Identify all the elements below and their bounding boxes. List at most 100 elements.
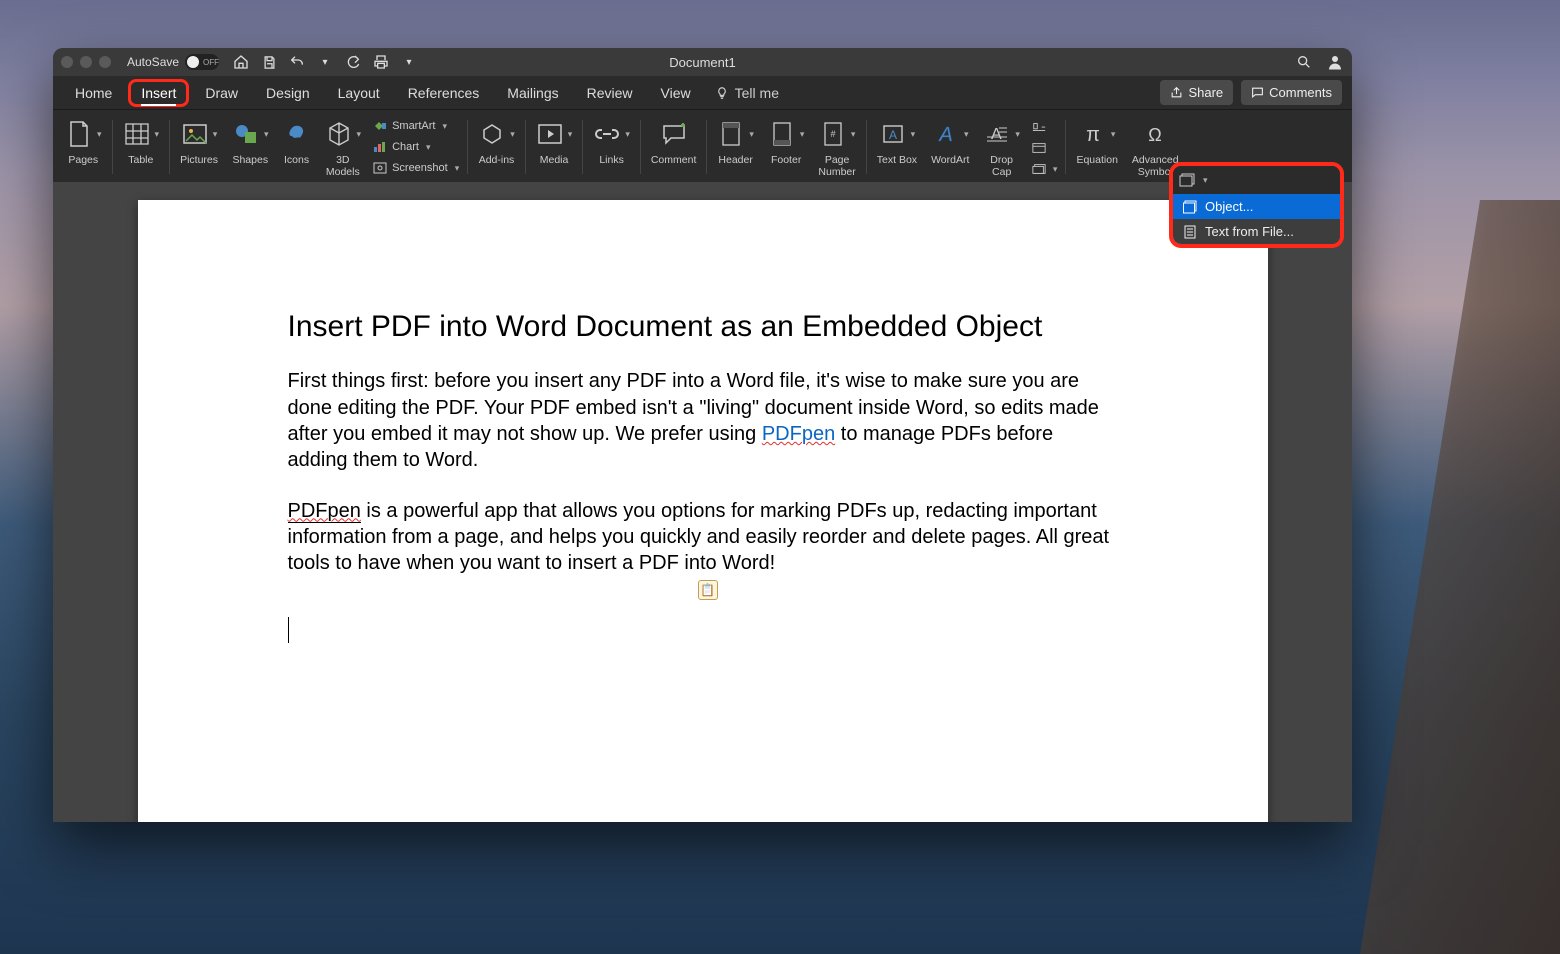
- toggle-knob: [187, 56, 199, 68]
- svg-text:#: #: [830, 129, 835, 139]
- comment-icon: [1251, 86, 1264, 99]
- tab-draw[interactable]: Draw: [193, 79, 250, 107]
- word-window: AutoSave OFF ▾ ▾ Document1 Home Insert D…: [53, 48, 1352, 822]
- header-button[interactable]: ▾ Header: [711, 114, 760, 180]
- tab-layout[interactable]: Layout: [326, 79, 392, 107]
- pagenum-icon: #: [819, 120, 847, 148]
- 3d-models-button[interactable]: ▾ 3D Models: [319, 114, 368, 180]
- datetime-icon: [1032, 141, 1046, 155]
- tell-me-label: Tell me: [735, 85, 779, 101]
- comment-button[interactable]: Comment: [645, 114, 703, 180]
- qat-dropdown-icon[interactable]: ▾: [401, 54, 417, 70]
- tab-home[interactable]: Home: [63, 79, 124, 107]
- links-button[interactable]: ▾ Links: [587, 114, 636, 180]
- close-window-button[interactable]: [61, 56, 73, 68]
- quick-access-toolbar: ▾ ▾: [233, 54, 417, 70]
- menu-item-text-from-file[interactable]: Text from File...: [1173, 219, 1340, 244]
- equation-label: Equation: [1076, 154, 1117, 178]
- redo-icon[interactable]: [345, 54, 361, 70]
- undo-icon[interactable]: [289, 54, 305, 70]
- search-icon[interactable]: [1296, 54, 1312, 70]
- paste-options-icon[interactable]: 📋: [698, 580, 718, 600]
- object-button[interactable]: ▾: [1032, 160, 1058, 178]
- page-icon: [65, 120, 93, 148]
- document-page[interactable]: Insert PDF into Word Document as an Embe…: [138, 200, 1268, 822]
- comments-label: Comments: [1269, 85, 1332, 100]
- equation-button[interactable]: π▾ Equation: [1070, 114, 1123, 180]
- wordart-icon: A: [932, 120, 960, 148]
- addins-button[interactable]: ▾ Add-ins: [472, 114, 521, 180]
- chart-button[interactable]: Chart▾: [373, 138, 459, 156]
- menu-item-object[interactable]: Object...: [1173, 194, 1340, 219]
- object-dropdown-trigger[interactable]: ▾: [1173, 166, 1340, 194]
- menu-item-textfromfile-label: Text from File...: [1205, 224, 1294, 239]
- autosave-state: OFF: [203, 58, 219, 67]
- datetime-button[interactable]: [1032, 139, 1058, 157]
- smartart-icon: [373, 119, 387, 133]
- svg-text:A: A: [938, 124, 952, 146]
- table-icon: [123, 120, 151, 148]
- document-heading: Insert PDF into Word Document as an Embe…: [288, 310, 1118, 344]
- smartart-button[interactable]: SmartArt▾: [373, 117, 459, 135]
- tab-mailings[interactable]: Mailings: [495, 79, 570, 107]
- smartart-label: SmartArt: [392, 120, 435, 132]
- zoom-window-button[interactable]: [99, 56, 111, 68]
- menu-item-object-label: Object...: [1205, 199, 1253, 214]
- tab-references[interactable]: References: [396, 79, 492, 107]
- shapes-button[interactable]: ▾ Shapes: [226, 114, 275, 180]
- save-icon[interactable]: [261, 54, 277, 70]
- textbox-icon: A: [879, 120, 907, 148]
- picture-icon: [181, 120, 209, 148]
- table-button[interactable]: ▾ Table: [117, 114, 166, 180]
- screenshot-label: Screenshot: [392, 162, 448, 174]
- tell-me-search[interactable]: Tell me: [715, 85, 779, 101]
- header-label: Header: [718, 154, 752, 178]
- home-icon[interactable]: [233, 54, 249, 70]
- chevron-down-icon: ▾: [1203, 175, 1208, 186]
- p2-text-b: is a powerful app that allows you option…: [288, 500, 1110, 575]
- autosave-group: AutoSave OFF: [127, 54, 219, 70]
- comments-button[interactable]: Comments: [1241, 80, 1342, 105]
- dropcap-button[interactable]: A▾ Drop Cap: [977, 114, 1026, 180]
- page-number-button[interactable]: #▾ Page Number: [812, 114, 861, 180]
- share-button[interactable]: Share: [1160, 80, 1233, 105]
- icons-button[interactable]: Icons: [277, 114, 317, 180]
- object-dropdown-highlight: ▾ Object... Text from File...: [1169, 162, 1344, 248]
- text-misc-stack: ▾: [1028, 114, 1062, 180]
- tab-view[interactable]: View: [649, 79, 703, 107]
- object-icon: [1032, 162, 1046, 176]
- dropcap-label: Drop Cap: [990, 154, 1013, 178]
- models-label: 3D Models: [326, 154, 360, 178]
- textbox-button[interactable]: A▾ Text Box: [871, 114, 923, 180]
- tab-review[interactable]: Review: [575, 79, 645, 107]
- svg-text:π: π: [1086, 124, 1100, 145]
- media-button[interactable]: ▾ Media: [530, 114, 579, 180]
- tab-insert[interactable]: Insert: [128, 79, 189, 107]
- p2-text-a: PDFpen: [288, 500, 361, 523]
- footer-label: Footer: [771, 154, 801, 178]
- signature-icon: [1032, 120, 1046, 134]
- account-icon[interactable]: [1326, 53, 1344, 71]
- icons-label: Icons: [284, 154, 309, 178]
- illustrations-stack: SmartArt▾ Chart▾ Screenshot▾: [369, 114, 463, 180]
- screenshot-button[interactable]: Screenshot▾: [373, 159, 459, 177]
- minimize-window-button[interactable]: [80, 56, 92, 68]
- undo-dropdown-icon[interactable]: ▾: [317, 54, 333, 70]
- pictures-button[interactable]: ▾ Pictures: [174, 114, 224, 180]
- pdfpen-link[interactable]: PDFpen: [762, 423, 835, 445]
- signature-line-button[interactable]: [1032, 118, 1058, 136]
- links-label: Links: [599, 154, 624, 178]
- footer-button[interactable]: ▾ Footer: [762, 114, 811, 180]
- document-viewport[interactable]: Insert PDF into Word Document as an Embe…: [53, 182, 1352, 822]
- tab-design[interactable]: Design: [254, 79, 322, 107]
- wordart-button[interactable]: A▾ WordArt: [925, 114, 975, 180]
- footer-icon: [768, 120, 796, 148]
- ribbon: ▾ Pages ▾ Table ▾ Pictures ▾ Shapes Icon…: [53, 110, 1352, 182]
- cube-icon: [325, 120, 353, 148]
- comment-label: Comment: [651, 154, 697, 178]
- autosave-toggle[interactable]: OFF: [185, 54, 219, 70]
- pages-button[interactable]: ▾ Pages: [59, 114, 108, 180]
- print-icon[interactable]: [373, 54, 389, 70]
- header-icon: [717, 120, 745, 148]
- text-cursor: [288, 617, 289, 643]
